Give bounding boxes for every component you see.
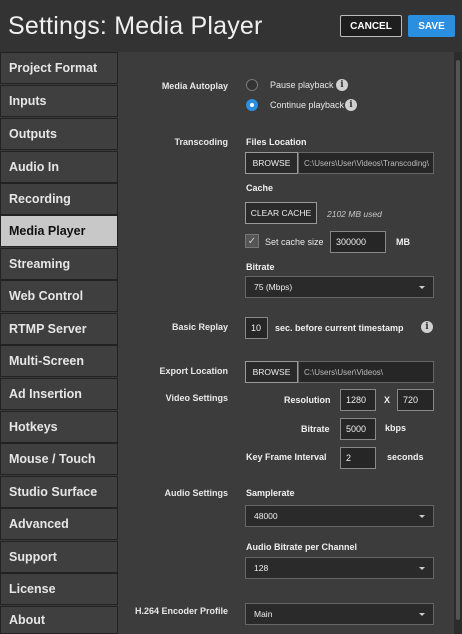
set-cache-size-label: Set cache size xyxy=(265,237,324,247)
video-settings-label: Video Settings xyxy=(165,393,228,403)
cache-used-text: 2102 MB used xyxy=(327,209,382,219)
keyframe-interval-input[interactable]: 2 xyxy=(340,447,376,469)
transcoding-browse-button[interactable]: BROWSE xyxy=(245,152,298,174)
bitrate-label: Bitrate xyxy=(246,262,275,272)
audio-settings-label: Audio Settings xyxy=(164,488,229,498)
clear-cache-button[interactable]: CLEAR CACHE xyxy=(245,202,317,224)
pause-playback-radio[interactable] xyxy=(246,79,258,91)
sidebar-item-multi-screen[interactable]: Multi-Screen xyxy=(0,345,118,377)
transcoding-path-field[interactable]: C:\Users\User\Videos\Transcoding\ xyxy=(298,152,434,174)
cancel-button[interactable]: CANCEL xyxy=(340,15,402,37)
export-browse-button[interactable]: BROWSE xyxy=(245,361,298,383)
keyframe-interval-label: Key Frame Interval xyxy=(246,452,327,462)
resolution-x-label: X xyxy=(384,395,391,405)
files-location-label: Files Location xyxy=(246,137,307,147)
video-bitrate-unit: kbps xyxy=(385,423,407,433)
sidebar-item-outputs[interactable]: Outputs xyxy=(0,118,118,150)
scrollbar-thumb[interactable] xyxy=(456,60,460,620)
audio-bitrate-value: 128 xyxy=(254,563,269,573)
chevron-down-icon xyxy=(419,613,425,616)
transcoding-bitrate-value: 75 (Mbps) xyxy=(254,282,293,292)
audio-bitrate-label: Audio Bitrate per Channel xyxy=(246,542,358,552)
save-button[interactable]: SAVE xyxy=(408,15,455,37)
sidebar-item-recording[interactable]: Recording xyxy=(0,183,118,215)
samplerate-value: 48000 xyxy=(254,511,278,521)
sidebar-item-streaming[interactable]: Streaming xyxy=(0,248,118,280)
sidebar-item-project-format[interactable]: Project Format xyxy=(0,52,118,84)
encoder-profile-value: Main xyxy=(254,609,273,619)
continue-playback-radio[interactable] xyxy=(246,99,258,111)
resolution-height-input[interactable]: 720 xyxy=(397,389,434,411)
replay-suffix-label: sec. before current timestamp xyxy=(275,323,404,333)
chevron-down-icon xyxy=(419,286,425,289)
sidebar-item-ad-insertion[interactable]: Ad Insertion xyxy=(0,378,118,410)
replay-seconds-input[interactable]: 10 xyxy=(245,317,268,339)
chevron-down-icon xyxy=(419,515,425,518)
sidebar-item-hotkeys[interactable]: Hotkeys xyxy=(0,411,118,443)
page-title: Settings: Media Player xyxy=(8,12,263,40)
sidebar-item-rtmp-server[interactable]: RTMP Server xyxy=(0,313,118,345)
video-bitrate-label: Bitrate xyxy=(301,424,330,434)
sidebar-item-studio-surface[interactable]: Studio Surface xyxy=(0,476,118,508)
keyframe-unit: seconds xyxy=(387,452,424,462)
export-location-label: Export Location xyxy=(159,366,228,376)
continue-playback-label: Continue playback xyxy=(270,100,345,110)
sidebar-item-advanced[interactable]: Advanced xyxy=(0,508,118,540)
encoder-profile-select[interactable]: Main xyxy=(245,603,434,625)
samplerate-select[interactable]: 48000 xyxy=(245,505,434,527)
transcoding-label: Transcoding xyxy=(174,137,228,147)
samplerate-label: Samplerate xyxy=(246,488,295,498)
sidebar: Project Format Inputs Outputs Audio In R… xyxy=(0,52,118,634)
sidebar-item-support[interactable]: Support xyxy=(0,541,118,573)
cache-label: Cache xyxy=(246,183,274,193)
video-bitrate-input[interactable]: 5000 xyxy=(340,418,376,440)
info-icon[interactable]: i xyxy=(421,321,433,333)
resolution-width-input[interactable]: 1280 xyxy=(340,389,376,411)
sidebar-item-mouse-touch[interactable]: Mouse / Touch xyxy=(0,443,118,475)
media-autoplay-label: Media Autoplay xyxy=(161,81,228,91)
pause-playback-label: Pause playback xyxy=(270,80,334,90)
sidebar-item-license[interactable]: License xyxy=(0,573,118,605)
set-cache-size-checkbox[interactable]: ✓ xyxy=(245,234,259,248)
chevron-down-icon xyxy=(419,567,425,570)
sidebar-item-web-control[interactable]: Web Control xyxy=(0,280,118,312)
info-icon[interactable]: i xyxy=(345,99,357,111)
sidebar-item-inputs[interactable]: Inputs xyxy=(0,85,118,117)
sidebar-item-media-player[interactable]: Media Player xyxy=(0,215,118,247)
sidebar-item-audio-in[interactable]: Audio In xyxy=(0,151,118,183)
cache-size-input[interactable]: 300000 xyxy=(330,231,386,253)
header: Settings: Media Player CANCEL SAVE xyxy=(0,0,462,52)
basic-replay-label: Basic Replay xyxy=(171,322,228,332)
export-path-field[interactable]: C:\Users\User\Videos\ xyxy=(298,361,434,383)
encoder-profile-label: H.264 Encoder Profile xyxy=(134,606,228,616)
sidebar-item-about[interactable]: About xyxy=(0,606,118,634)
cache-unit-label: MB xyxy=(396,237,410,247)
info-icon[interactable]: i xyxy=(336,79,348,91)
audio-bitrate-select[interactable]: 128 xyxy=(245,557,434,579)
resolution-label: Resolution xyxy=(284,395,331,405)
transcoding-bitrate-select[interactable]: 75 (Mbps) xyxy=(245,276,434,298)
